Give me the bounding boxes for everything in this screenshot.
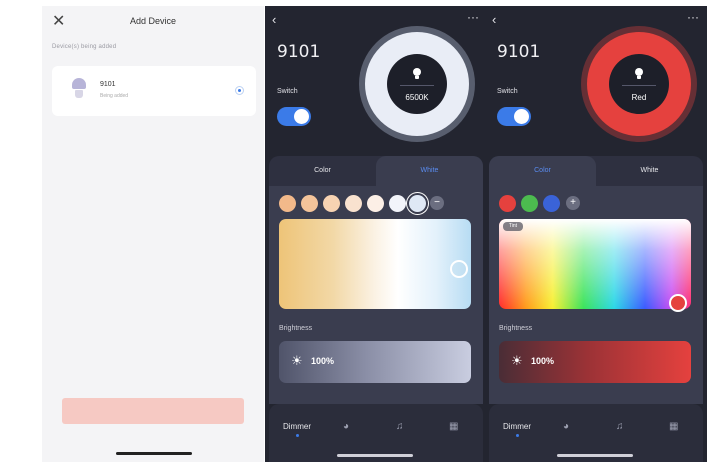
add-device-screen: ✕ Add Device Device(s) being added 9101 …	[42, 6, 264, 462]
divider	[400, 85, 434, 86]
remove-swatch-button[interactable]: −	[430, 196, 444, 210]
mode-tabs: Color White	[269, 156, 483, 186]
bulb-icon	[634, 68, 644, 80]
bulb-icon	[412, 68, 422, 80]
switch-label: Switch	[277, 88, 298, 95]
color-panel-body: + Tint Brightness ☀ 100%	[489, 186, 703, 404]
sun-icon: ☀	[291, 353, 303, 368]
switch-label: Switch	[497, 88, 518, 95]
confirm-button[interactable]	[62, 398, 244, 424]
brightness-label: Brightness	[279, 325, 313, 332]
bulb-icon	[72, 78, 86, 98]
color-ring[interactable]: Red	[587, 32, 691, 136]
swatch[interactable]	[323, 195, 340, 212]
sun-icon: ☀	[511, 353, 523, 368]
picker-badge: Tint	[503, 222, 523, 231]
tab-white[interactable]: White	[596, 156, 703, 186]
device-title: 9101	[277, 42, 321, 62]
home-indicator	[116, 452, 192, 455]
tab-white[interactable]: White	[376, 156, 483, 186]
picker-handle[interactable]	[450, 260, 468, 278]
mode-tabs: Color White	[489, 156, 703, 186]
tab-color[interactable]: Color	[269, 156, 376, 186]
music-icon[interactable]: ♫	[396, 422, 406, 432]
swatch[interactable]	[301, 195, 318, 212]
brightness-value: 100%	[311, 356, 335, 366]
active-indicator	[296, 434, 299, 437]
bottom-nav: Dimmer ◕ ♫ ▦	[489, 404, 703, 462]
home-indicator	[557, 454, 633, 457]
ring-center: Red	[609, 54, 669, 114]
ring-value: Red	[631, 93, 647, 102]
home-indicator	[337, 454, 413, 457]
swatch[interactable]	[389, 195, 406, 212]
grid-icon[interactable]: ▦	[449, 422, 459, 432]
more-icon[interactable]: ···	[467, 10, 479, 24]
music-icon[interactable]: ♫	[616, 422, 626, 432]
bottom-nav: Dimmer ◕ ♫ ▦	[269, 404, 483, 462]
color-control-screen: ‹ ··· 9101 Switch Red Color White + Tint…	[485, 6, 707, 462]
device-title: 9101	[497, 42, 541, 62]
palette-icon[interactable]: ◕	[563, 422, 573, 432]
swatch[interactable]	[521, 195, 538, 212]
swatch-selected[interactable]	[409, 195, 426, 212]
grid-icon[interactable]: ▦	[669, 422, 679, 432]
ring-value: 6500K	[405, 93, 429, 102]
color-spectrum-picker[interactable]	[499, 219, 691, 309]
brightness-slider[interactable]: ☀ 100%	[279, 341, 471, 383]
palette-icon[interactable]: ◕	[343, 422, 353, 432]
brightness-label: Brightness	[499, 325, 533, 332]
back-icon[interactable]: ‹	[272, 12, 276, 27]
swatch[interactable]	[367, 195, 384, 212]
select-radio[interactable]	[235, 86, 244, 95]
ring-center: 6500K	[387, 54, 447, 114]
device-card[interactable]: 9101 Being added	[52, 66, 256, 116]
divider	[622, 85, 656, 86]
brightness-value: 100%	[531, 356, 555, 366]
picker-handle[interactable]	[669, 294, 687, 312]
power-toggle[interactable]	[277, 107, 311, 126]
swatch[interactable]	[543, 195, 560, 212]
white-temperature-picker[interactable]	[279, 219, 471, 309]
white-panel-body: − Brightness ☀ 100%	[269, 186, 483, 404]
white-control-screen: ‹ ··· 9101 Switch 6500K Color White − Br…	[265, 6, 487, 462]
color-temperature-ring[interactable]: 6500K	[365, 32, 469, 136]
more-icon[interactable]: ···	[687, 10, 699, 24]
swatch[interactable]	[499, 195, 516, 212]
power-toggle[interactable]	[497, 107, 531, 126]
active-indicator	[516, 434, 519, 437]
add-swatch-button[interactable]: +	[566, 196, 580, 210]
page-title: Add Device	[129, 16, 177, 26]
nav-dimmer[interactable]: Dimmer	[283, 422, 311, 431]
screenshot: ✕ Add Device Device(s) being added 9101 …	[0, 0, 714, 465]
device-status: Being added	[100, 93, 129, 99]
device-name: 9101	[100, 81, 116, 88]
back-icon[interactable]: ‹	[492, 12, 496, 27]
tab-color[interactable]: Color	[489, 156, 596, 186]
swatch[interactable]	[345, 195, 362, 212]
brightness-slider[interactable]: ☀ 100%	[499, 341, 691, 383]
section-label: Device(s) being added	[52, 44, 117, 50]
nav-dimmer[interactable]: Dimmer	[503, 422, 531, 431]
swatch[interactable]	[279, 195, 296, 212]
